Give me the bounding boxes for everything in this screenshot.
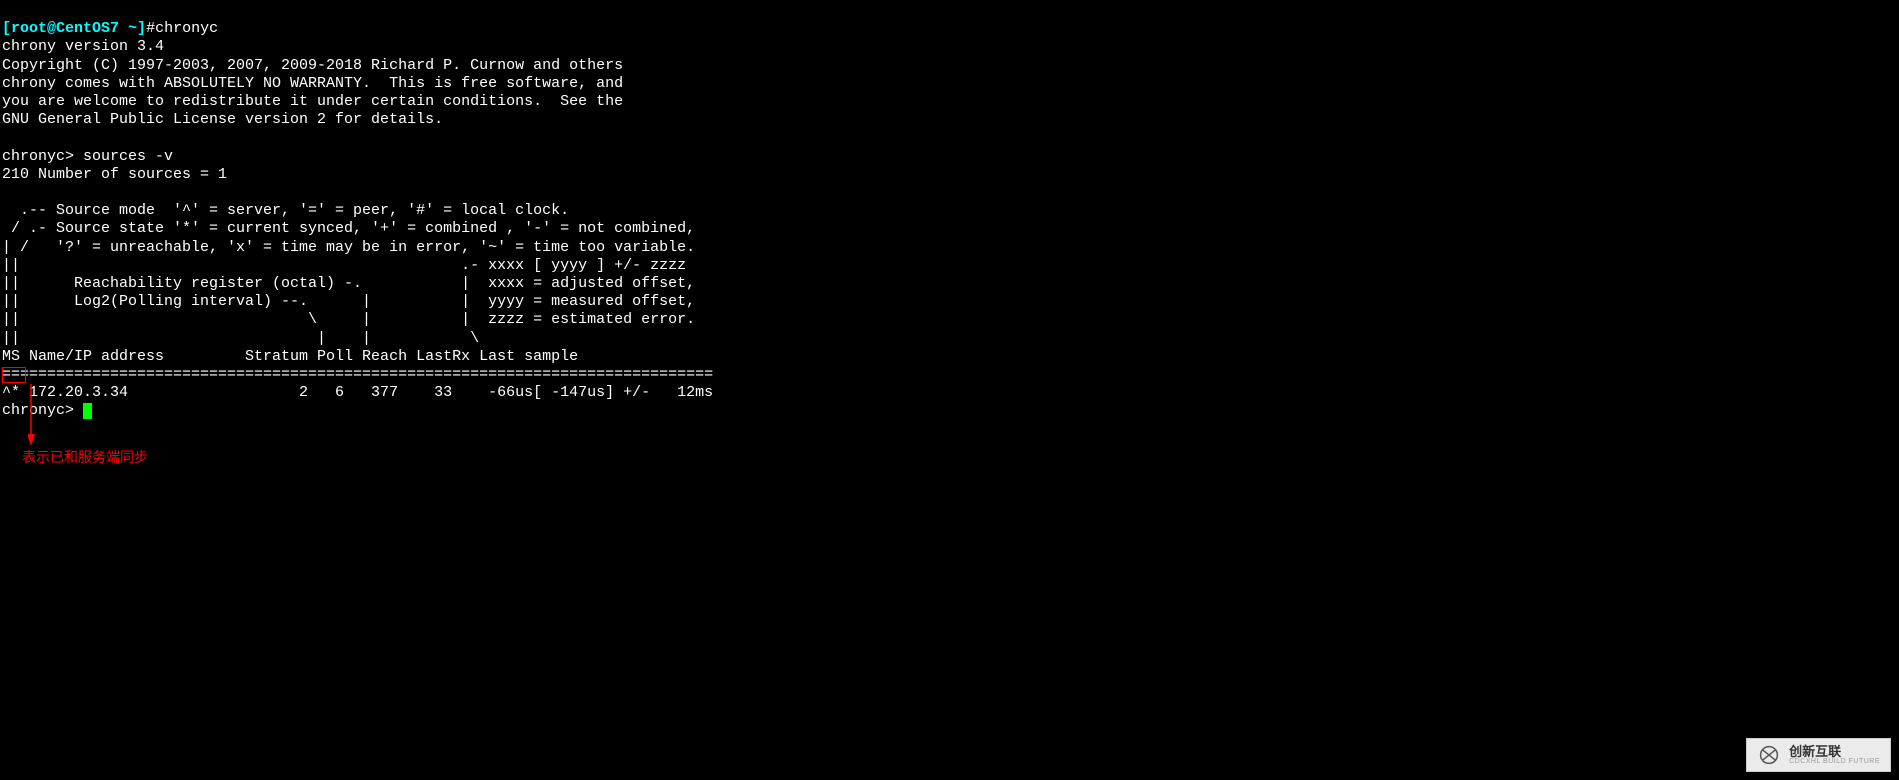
command-input: chronyc xyxy=(155,20,218,37)
chronyc-prompt: chronyc> xyxy=(2,148,83,165)
help-line-1: .-- Source mode '^' = server, '=' = peer… xyxy=(2,202,569,219)
table-header: MS Name/IP address Stratum Poll Reach La… xyxy=(2,348,713,365)
prompt-close-bracket: ] xyxy=(137,20,146,37)
prompt-hash: # xyxy=(146,20,155,37)
help-line-2: / .- Source state '*' = current synced, … xyxy=(2,220,695,237)
prompt-user-host: root@CentOS7 ~ xyxy=(11,20,137,37)
watermark-main-text: 创新互联 xyxy=(1789,745,1880,758)
terminal-window[interactable]: [root@CentOS7 ~]#chronyc chrony version … xyxy=(2,2,1897,421)
chronyc-prompt-end: chronyc> xyxy=(2,402,83,419)
output-gpl: GNU General Public License version 2 for… xyxy=(2,111,443,128)
table-separator: ========================================… xyxy=(2,366,713,383)
help-line-7: || \ | | zzzz = estimated error. xyxy=(2,311,695,328)
output-version: chrony version 3.4 xyxy=(2,38,164,55)
cursor-block xyxy=(83,403,92,419)
watermark-sub-text: CDCXHL BUILD FUTURE xyxy=(1789,758,1880,765)
help-line-6: || Log2(Polling interval) --. | | yyyy =… xyxy=(2,293,695,310)
table-row: ^* 172.20.3.34 2 6 377 33 -66us[ -147us]… xyxy=(2,384,713,401)
help-line-5: || Reachability register (octal) -. | xx… xyxy=(2,275,695,292)
output-warranty: chrony comes with ABSOLUTELY NO WARRANTY… xyxy=(2,75,623,92)
watermark-text: 创新互联 CDCXHL BUILD FUTURE xyxy=(1789,745,1880,765)
output-copyright: Copyright (C) 1997-2003, 2007, 2009-2018… xyxy=(2,57,623,74)
sources-count: 210 Number of sources = 1 xyxy=(2,166,227,183)
output-redistribute: you are welcome to redistribute it under… xyxy=(2,93,623,110)
help-line-8: || | | \ xyxy=(2,330,479,347)
watermark-badge: 创新互联 CDCXHL BUILD FUTURE xyxy=(1746,738,1891,772)
help-line-4: || .- xxxx [ yyyy ] +/- zzzz xyxy=(2,257,686,274)
annotation-label: 表示已和服务端同步 xyxy=(22,448,148,466)
watermark-logo-icon xyxy=(1757,743,1781,767)
shell-prompt: [root@CentOS7 ~]# xyxy=(2,20,155,37)
prompt-open-bracket: [ xyxy=(2,20,11,37)
sources-command: sources -v xyxy=(83,148,173,165)
help-line-3: | / '?' = unreachable, 'x' = time may be… xyxy=(2,239,695,256)
